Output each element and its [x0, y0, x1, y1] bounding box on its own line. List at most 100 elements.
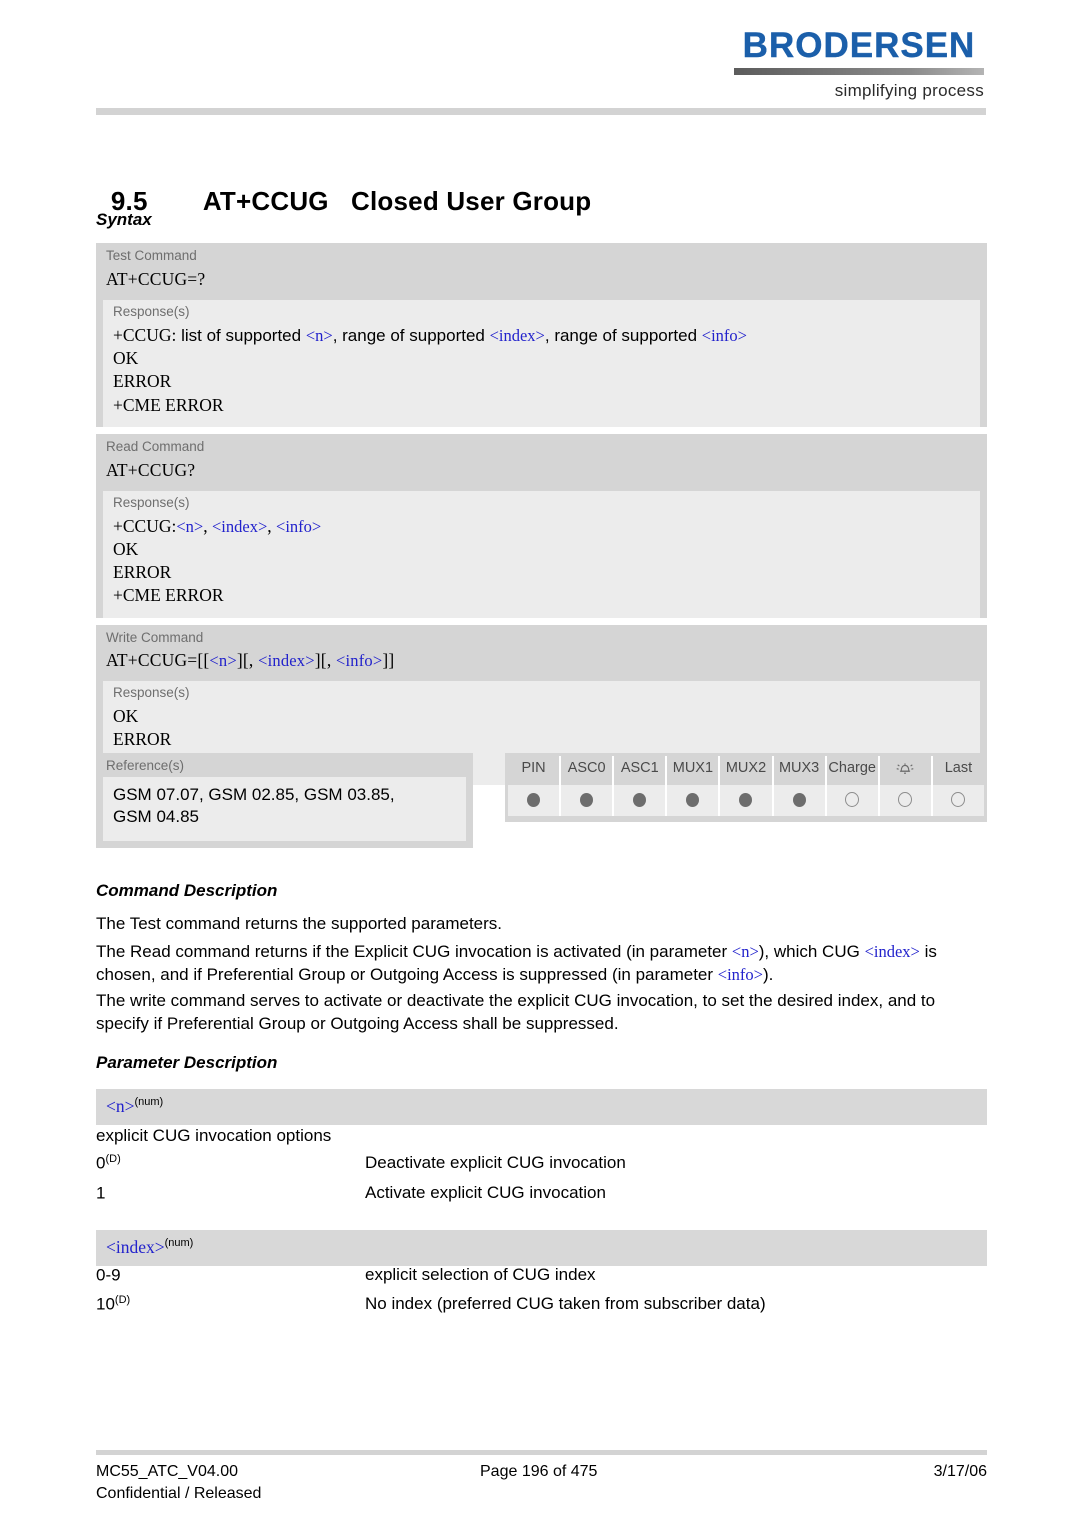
parameter-header-index: <index>(num) [96, 1230, 987, 1266]
status-dot-empty [898, 792, 913, 808]
syntax-block-read: Read Command AT+CCUG? Response(s) +CCUG:… [96, 433, 987, 618]
command-description-p3: The write command serves to activate or … [96, 991, 936, 1033]
status-dot-filled [527, 792, 541, 807]
column-header-mux3: MUX3 [773, 756, 827, 785]
command-line: AT+CCUG=[[<n>][, <index>][, <info>]] [106, 650, 395, 671]
support-cell-last [932, 785, 984, 816]
support-cell-asc0 [561, 785, 615, 816]
column-header-asc1: ASC1 [614, 756, 668, 785]
support-matrix-table: PIN ASC0 ASC1 MUX1 MUX2 MUX3 Charge Last [505, 753, 987, 822]
response-line: OK [113, 538, 139, 559]
parameter-type: (num) [164, 1237, 194, 1250]
reference-line: GSM 04.85 [113, 807, 199, 827]
status-dot-filled [633, 792, 647, 807]
cd-p2-d: ). [762, 964, 774, 984]
reference-and-support-row: Reference(s) GSM 07.07, GSM 02.85, GSM 0… [96, 753, 987, 849]
default-marker: (D) [114, 1294, 131, 1306]
response-lines: +CCUG:<n>, <index>, <info> OK ERROR +CME… [103, 513, 980, 618]
support-cell-asc1 [614, 785, 668, 816]
brodersen-logo: BRODERSEN simplifying process [734, 28, 984, 101]
parameter-value-text: Activate explicit CUG invocation [365, 1183, 606, 1202]
column-header-last: Last [932, 756, 984, 785]
cd-p2-b: ), which CUG [758, 942, 865, 961]
response-line: ERROR [113, 562, 172, 583]
parameter-value-key: 1 [96, 1183, 106, 1203]
page-title: 9.5 AT+CCUG Closed User Group [96, 155, 591, 217]
reference-line: GSM 07.07, GSM 02.85, GSM 03.85, [113, 784, 395, 804]
parameter-value-key: 0(D) [96, 1153, 121, 1173]
column-header-charge: Charge [826, 756, 880, 785]
cd-p2-param-info: <info> [717, 964, 763, 984]
response-label: Response(s) [113, 494, 190, 510]
column-header-alarm [879, 756, 933, 785]
response-line: +CCUG: list of supported <n>, range of s… [113, 324, 747, 345]
command-description-p2: The Read command returns if the Explicit… [96, 941, 988, 986]
response-panel: Response(s) +CCUG:<n>, <index>, <info> O… [103, 490, 980, 618]
response-line: OK [113, 706, 139, 727]
response-line: +CCUG:<n>, <index>, <info> [113, 515, 322, 536]
status-dot-filled [580, 792, 594, 807]
command-line: AT+CCUG? [106, 459, 196, 480]
column-header-mux1: MUX1 [667, 756, 721, 785]
column-header-pin: PIN [508, 756, 562, 785]
parameter-value-text: No index (preferred CUG taken from subsc… [365, 1294, 766, 1313]
syntax-table: Test Command AT+CCUG=? Response(s) +CCUG… [96, 243, 987, 792]
footer-doc-id: MC55_ATC_V04.00 [96, 1463, 238, 1480]
command-description-heading: Command Description [96, 881, 278, 900]
cd-p2-param-index: <index> [864, 942, 920, 961]
parameter-value-key: 0-9 [96, 1265, 121, 1285]
footer-page-number: Page 196 of 475 [480, 1463, 598, 1480]
support-cell-charge [826, 785, 880, 816]
parameter-name: <n> [106, 1096, 135, 1116]
parameter-value-key: 10(D) [96, 1294, 131, 1314]
response-lines: +CCUG: list of supported <n>, range of s… [103, 322, 980, 427]
response-line: +CME ERROR [113, 585, 224, 606]
support-matrix-values [508, 785, 984, 816]
response-line: +CME ERROR [113, 394, 224, 415]
header-divider [96, 108, 986, 115]
status-dot-filled [686, 792, 700, 807]
footer-classification: Confidential / Released [96, 1485, 262, 1502]
default-marker: (D) [105, 1153, 121, 1165]
footer-divider [96, 1450, 987, 1455]
logo-tagline: simplifying process [834, 81, 984, 100]
alarm-bell-icon [895, 760, 915, 780]
block-label: Read Command [106, 438, 205, 454]
response-line: ERROR [113, 729, 172, 750]
parameter-value-text: explicit selection of CUG index [365, 1265, 596, 1284]
support-cell-mux1 [667, 785, 721, 816]
footer-date: 3/17/06 [933, 1463, 987, 1480]
parameter-description-heading: Parameter Description [96, 1053, 278, 1072]
references-block: Reference(s) GSM 07.07, GSM 02.85, GSM 0… [96, 753, 473, 848]
support-cell-mux2 [720, 785, 774, 816]
response-line: OK [113, 348, 139, 369]
status-dot-filled [739, 792, 753, 807]
logo-rule [734, 68, 984, 75]
support-matrix-header: PIN ASC0 ASC1 MUX1 MUX2 MUX3 Charge Last [508, 756, 984, 785]
cd-p2-a: The Read command returns if the Explicit… [96, 942, 732, 961]
command-line: AT+CCUG=? [106, 268, 206, 289]
status-dot-empty [845, 792, 860, 808]
support-cell-pin [508, 785, 562, 816]
parameter-n-intro: explicit CUG invocation options [96, 1126, 332, 1145]
references-label: Reference(s) [106, 758, 185, 773]
block-label: Test Command [106, 248, 197, 263]
status-dot-filled [792, 792, 806, 807]
response-panel: Response(s) +CCUG: list of supported <n>… [103, 299, 980, 427]
parameter-header-n: <n>(num) [96, 1089, 987, 1125]
cd-p2-param-n: <n> [731, 942, 759, 961]
parameter-type: (num) [134, 1096, 164, 1109]
support-cell-mux3 [773, 785, 827, 816]
parameter-name: <index> [106, 1237, 165, 1257]
block-label: Write Command [106, 629, 204, 645]
syntax-block-test: Test Command AT+CCUG=? Response(s) +CCUG… [96, 243, 987, 427]
section-command: AT+CCUG [202, 186, 329, 216]
syntax-heading: Syntax [96, 210, 152, 229]
parameter-value-text: Deactivate explicit CUG invocation [365, 1153, 626, 1172]
column-header-asc0: ASC0 [561, 756, 615, 785]
command-description-p1: The Test command returns the supported p… [96, 914, 502, 933]
support-cell-alarm [879, 785, 933, 816]
status-dot-empty [951, 792, 966, 808]
references-text: GSM 07.07, GSM 02.85, GSM 03.85, GSM 04.… [103, 776, 466, 841]
page-header: BRODERSEN simplifying process [0, 0, 1080, 130]
